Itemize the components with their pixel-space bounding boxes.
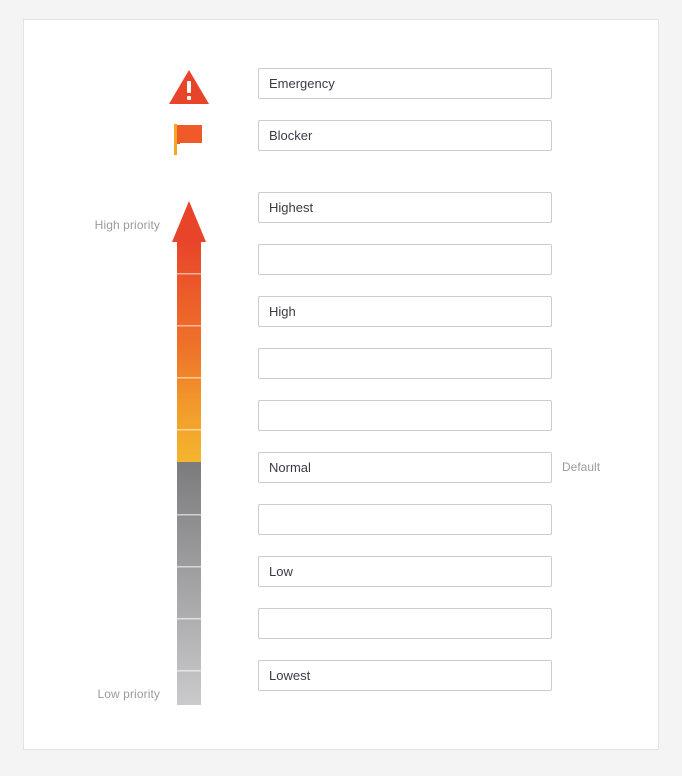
priority-name-input[interactable]: [258, 192, 552, 223]
default-priority-note: Default: [562, 460, 601, 474]
priority-field-row: [258, 120, 552, 151]
priority-name-input[interactable]: [258, 660, 552, 691]
priority-scale-column: High priority Low priority: [95, 40, 226, 720]
priority-name-input[interactable]: [258, 244, 552, 275]
outer-panel: High priority Low priority Default: [0, 0, 682, 776]
priority-name-input[interactable]: [258, 504, 552, 535]
priority-name-input[interactable]: [258, 348, 552, 379]
priority-field-row: [258, 660, 552, 691]
priority-field-row: [258, 504, 552, 535]
priority-field-row: [258, 296, 552, 327]
priority-field-row: [258, 400, 552, 431]
priority-name-input[interactable]: [258, 400, 552, 431]
priority-field-row: [258, 192, 552, 223]
warning-triangle-icon: [166, 64, 212, 110]
priority-name-input[interactable]: [258, 608, 552, 639]
low-priority-label: Low priority: [97, 687, 160, 701]
priority-name-input[interactable]: [258, 68, 552, 99]
priority-name-input[interactable]: [258, 120, 552, 151]
priority-field-row: [258, 608, 552, 639]
priority-name-input[interactable]: [258, 452, 552, 483]
priority-name-input[interactable]: [258, 296, 552, 327]
priority-field-row: Default: [258, 452, 600, 483]
priority-name-input[interactable]: [258, 556, 552, 587]
priority-field-row: [258, 348, 552, 379]
priority-field-row: [258, 244, 552, 275]
flag-icon: [166, 116, 212, 162]
priority-gradient-arrow: [166, 185, 212, 705]
high-priority-label: High priority: [94, 218, 160, 232]
priority-field-row: [258, 556, 552, 587]
priority-scale-card: High priority Low priority Default: [23, 19, 659, 750]
priority-field-row: [258, 68, 552, 99]
